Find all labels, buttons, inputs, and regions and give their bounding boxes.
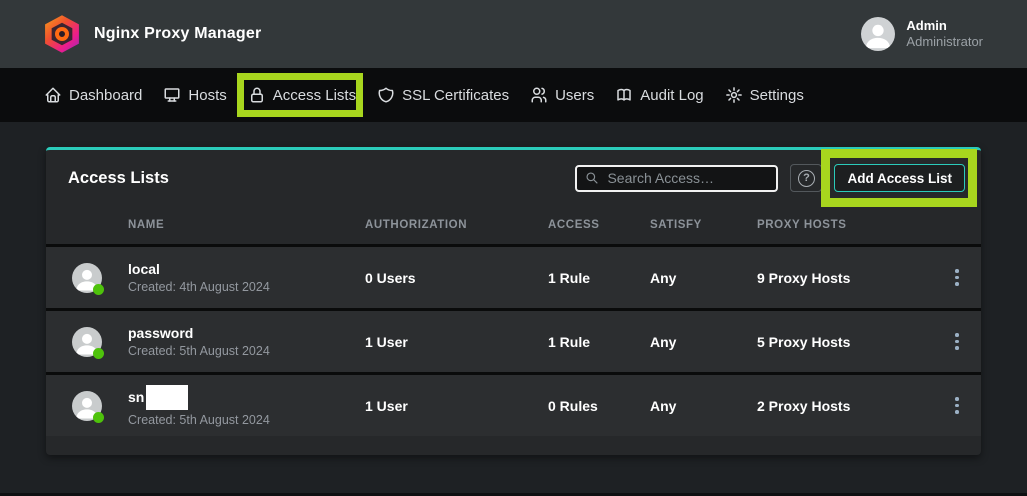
column-header-access: ACCESS	[548, 219, 650, 231]
nav-label: Dashboard	[69, 87, 142, 104]
nav-label: Access Lists	[273, 87, 356, 104]
panel-header: Access Lists ? Add Access List	[46, 150, 981, 206]
add-access-list-button[interactable]: Add Access List	[834, 164, 965, 192]
column-header-proxy-hosts: PROXY HOSTS	[757, 219, 948, 231]
help-button[interactable]: ?	[790, 164, 822, 192]
proxy-hosts-value: 5 Proxy Hosts	[757, 334, 948, 350]
search-icon	[585, 171, 599, 185]
online-status-dot	[93, 284, 104, 295]
access-value: 1 Rule	[548, 334, 650, 350]
online-status-dot	[93, 348, 104, 359]
user-name: Admin	[906, 18, 983, 34]
access-lists-panel: Access Lists ? Add Access List NAME AUTH…	[46, 147, 981, 455]
nav-item-settings[interactable]: Settings	[725, 86, 804, 104]
nav-label: SSL Certificates	[402, 87, 509, 104]
main-nav: Dashboard Hosts Access Lists SSL Certifi…	[0, 68, 1027, 122]
nav-item-dashboard[interactable]: Dashboard	[44, 86, 142, 104]
table-header-row: NAME AUTHORIZATION ACCESS SATISFY PROXY …	[46, 206, 981, 244]
app-title: Nginx Proxy Manager	[94, 25, 261, 43]
access-list-name: local	[128, 261, 160, 277]
nav-label: Settings	[750, 87, 804, 104]
table-row[interactable]: local Created: 4th August 2024 0 Users 1…	[46, 244, 981, 308]
column-header-name: NAME	[128, 219, 365, 231]
satisfy-value: Any	[650, 270, 757, 286]
authorization-value: 1 User	[365, 398, 548, 414]
authorization-value: 0 Users	[365, 270, 548, 286]
online-status-dot	[93, 412, 104, 423]
row-actions-menu[interactable]	[948, 331, 966, 353]
user-menu[interactable]: Admin Administrator	[861, 17, 983, 51]
panel-title: Access Lists	[68, 169, 169, 188]
search-box	[575, 165, 778, 192]
user-avatar	[861, 17, 895, 51]
redaction-box	[146, 385, 188, 410]
nav-label: Audit Log	[640, 87, 703, 104]
lock-icon	[248, 86, 266, 104]
table-row[interactable]: password Created: 5th August 2024 1 User…	[46, 308, 981, 372]
gear-icon	[725, 86, 743, 104]
nav-item-hosts[interactable]: Hosts	[163, 86, 226, 104]
created-date: Created: 5th August 2024	[128, 413, 365, 427]
search-input[interactable]	[607, 170, 768, 186]
users-icon	[530, 86, 548, 104]
help-icon: ?	[798, 170, 815, 187]
nav-item-access-lists[interactable]: Access Lists	[248, 86, 356, 104]
row-actions-menu[interactable]	[948, 267, 966, 289]
table-row[interactable]: sn Created: 5th August 2024 1 User 0 Rul…	[46, 372, 981, 436]
nav-item-users[interactable]: Users	[530, 86, 594, 104]
book-icon	[615, 86, 633, 104]
access-list-name: password	[128, 325, 193, 341]
nav-item-audit-log[interactable]: Audit Log	[615, 86, 703, 104]
shield-icon	[377, 86, 395, 104]
nginx-proxy-manager-logo-icon	[44, 14, 80, 54]
proxy-hosts-value: 2 Proxy Hosts	[757, 398, 948, 414]
created-date: Created: 5th August 2024	[128, 344, 365, 358]
access-list-name: sn	[128, 389, 144, 405]
column-header-satisfy: SATISFY	[650, 219, 757, 231]
user-role: Administrator	[906, 34, 983, 50]
satisfy-value: Any	[650, 334, 757, 350]
created-date: Created: 4th August 2024	[128, 280, 365, 294]
proxy-hosts-value: 9 Proxy Hosts	[757, 270, 948, 286]
nav-label: Users	[555, 87, 594, 104]
authorization-value: 1 User	[365, 334, 548, 350]
nav-label: Hosts	[188, 87, 226, 104]
monitor-icon	[163, 86, 181, 104]
person-icon	[861, 17, 895, 51]
satisfy-value: Any	[650, 398, 757, 414]
nav-item-ssl-certificates[interactable]: SSL Certificates	[377, 86, 509, 104]
access-value: 1 Rule	[548, 270, 650, 286]
row-actions-menu[interactable]	[948, 395, 966, 417]
home-icon	[44, 86, 62, 104]
app-header: Nginx Proxy Manager Admin Administrator	[0, 0, 1027, 68]
logo-ring	[55, 27, 69, 41]
access-value: 0 Rules	[548, 398, 650, 414]
column-header-authorization: AUTHORIZATION	[365, 219, 548, 231]
